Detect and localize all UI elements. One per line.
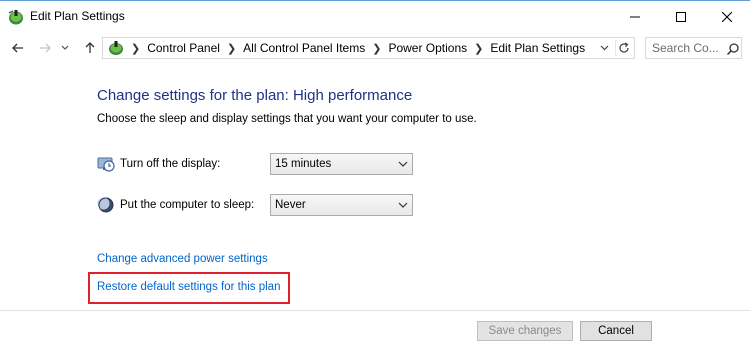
forward-arrow-icon — [40, 43, 51, 53]
moon-sleep-icon — [97, 197, 114, 213]
address-bar[interactable]: ❯ Control Panel ❯ All Control Panel Item… — [102, 37, 635, 59]
cancel-button[interactable]: Cancel — [580, 321, 652, 341]
search-icon[interactable] — [726, 42, 740, 56]
restore-defaults-link[interactable]: Restore default settings for this plan — [97, 281, 280, 293]
forward-button[interactable] — [35, 37, 55, 59]
chevron-down-icon — [600, 45, 608, 51]
up-button[interactable] — [80, 37, 100, 59]
search-box[interactable] — [645, 37, 742, 59]
title-bar: Edit Plan Settings — [0, 1, 750, 32]
back-button[interactable] — [8, 37, 28, 59]
minimize-icon — [630, 16, 640, 17]
page-subtitle: Choose the sleep and display settings th… — [97, 113, 477, 125]
breadcrumb-power-options[interactable]: Power Options — [388, 41, 467, 55]
chevron-down-icon — [398, 202, 408, 208]
breadcrumb-separator-icon: ❯ — [474, 42, 484, 55]
chevron-down-icon — [61, 45, 69, 50]
breadcrumb-separator-icon: ❯ — [372, 42, 382, 55]
maximize-button[interactable] — [658, 1, 704, 32]
chevron-down-icon — [398, 161, 408, 167]
back-arrow-icon — [12, 43, 23, 53]
up-arrow-icon — [85, 42, 95, 53]
close-button[interactable] — [704, 1, 750, 32]
breadcrumb-separator-icon: ❯ — [226, 42, 237, 55]
address-dropdown-button[interactable] — [597, 41, 611, 55]
advanced-power-settings-link[interactable]: Change advanced power settings — [97, 253, 268, 265]
sleep-label: Put the computer to sleep: — [120, 199, 255, 211]
breadcrumb-control-panel[interactable]: Control Panel — [147, 41, 220, 55]
minimize-button[interactable] — [612, 1, 658, 32]
sleep-value: Never — [275, 199, 306, 211]
navigation-bar: ❯ Control Panel ❯ All Control Panel Item… — [0, 33, 750, 63]
power-options-icon — [8, 10, 23, 25]
refresh-icon — [619, 42, 629, 53]
breadcrumb-separator-icon: ❯ — [131, 42, 141, 55]
power-options-icon — [109, 41, 123, 55]
display-off-value: 15 minutes — [275, 158, 332, 170]
close-icon — [722, 11, 732, 22]
save-changes-button[interactable]: Save changes — [477, 321, 573, 341]
display-clock-icon — [97, 157, 115, 172]
sleep-select[interactable]: Never — [270, 194, 413, 216]
edit-plan-settings-window: Edit Plan Settings ❯ Control Panel ❯ All… — [0, 0, 750, 360]
page-title: Change settings for the plan: High perfo… — [97, 87, 413, 104]
display-off-select[interactable]: 15 minutes — [270, 153, 413, 175]
breadcrumb-edit-plan-settings[interactable]: Edit Plan Settings — [490, 41, 585, 55]
maximize-icon — [676, 11, 686, 22]
search-input[interactable] — [646, 38, 726, 58]
breadcrumb-all-control-panel-items[interactable]: All Control Panel Items — [243, 41, 365, 55]
footer-divider — [0, 310, 750, 311]
window-title: Edit Plan Settings — [30, 9, 125, 23]
breadcrumb: ❯ Control Panel ❯ All Control Panel Item… — [129, 41, 585, 55]
recent-locations-button[interactable] — [58, 37, 72, 59]
display-off-label: Turn off the display: — [120, 158, 221, 170]
refresh-button[interactable] — [615, 40, 632, 56]
